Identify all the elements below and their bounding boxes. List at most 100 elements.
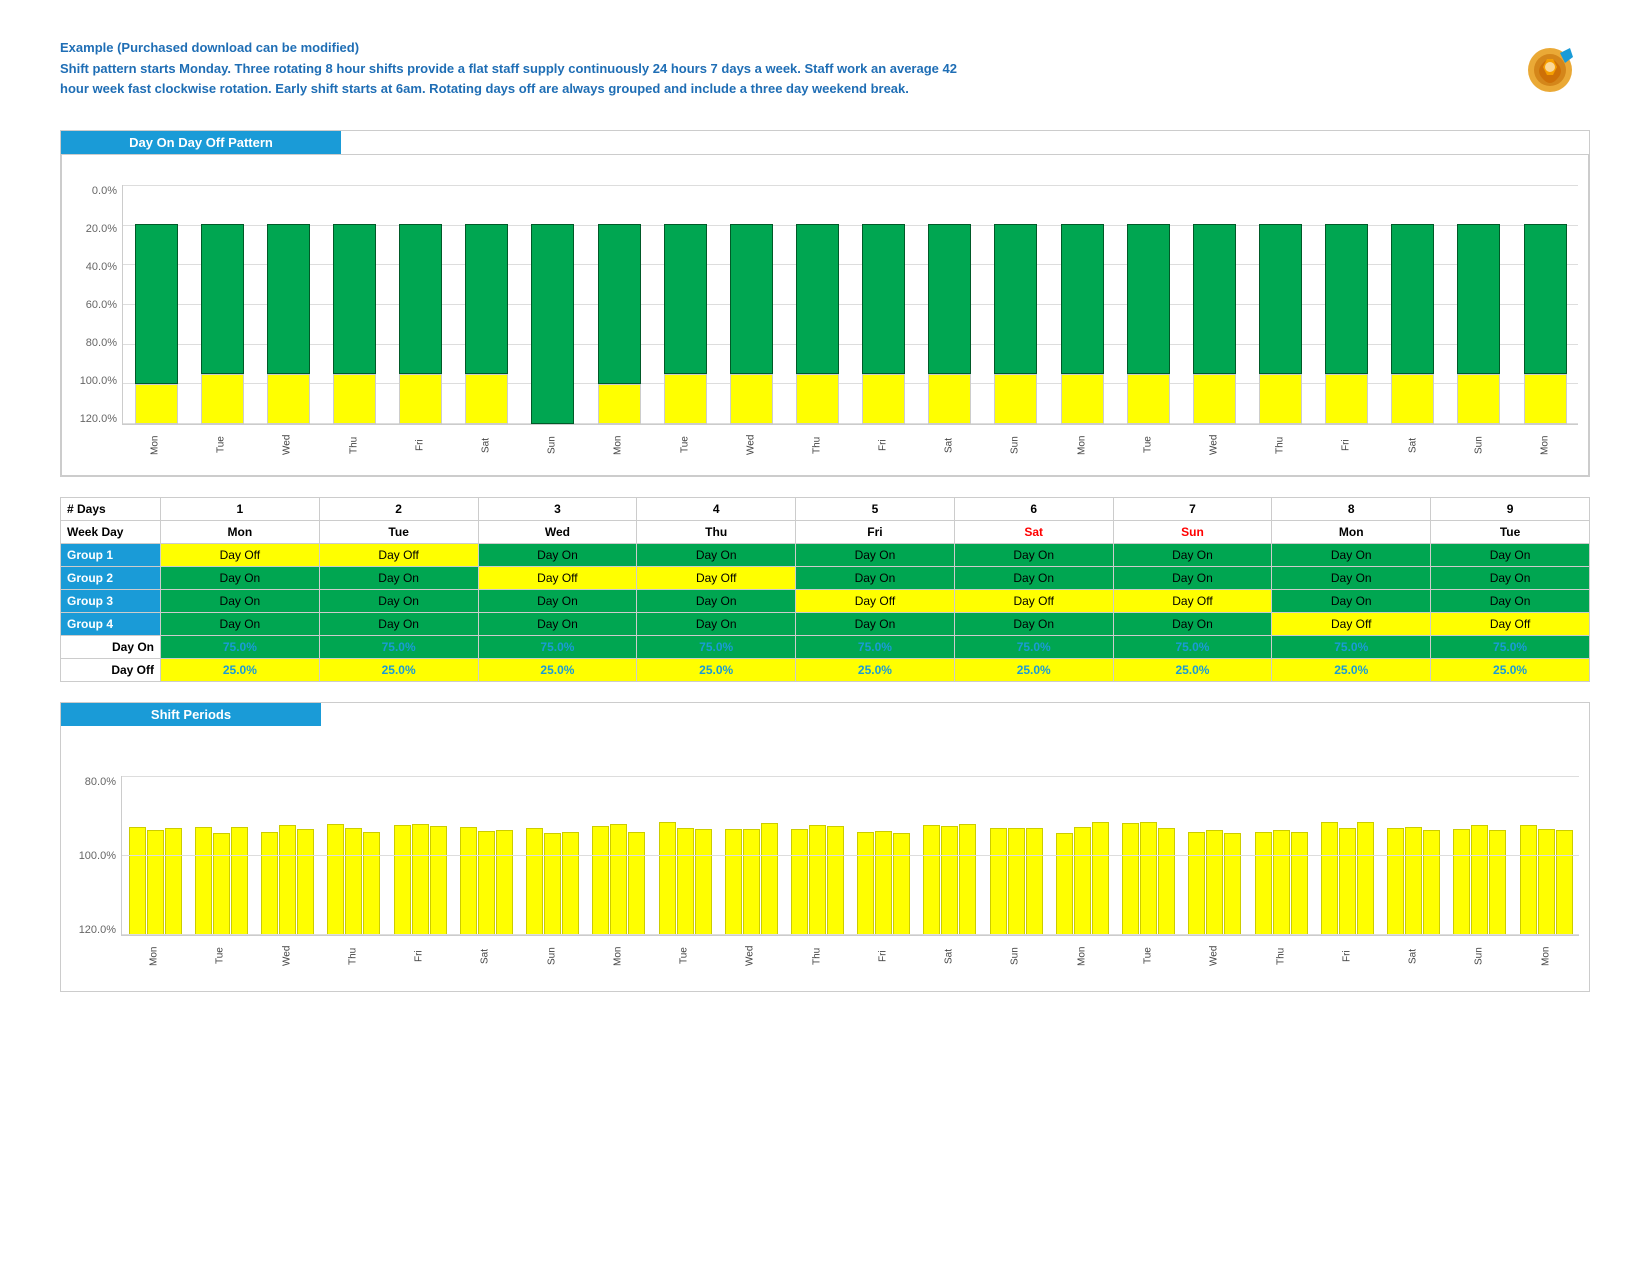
bar-green bbox=[399, 224, 442, 374]
day-off-value: 25.0% bbox=[796, 659, 955, 682]
day-on-cell: Day On bbox=[161, 590, 320, 613]
x-label: Mon bbox=[585, 425, 651, 465]
shift-bar-group bbox=[1116, 776, 1182, 935]
chart1-bars bbox=[122, 185, 1578, 425]
col1-day: Mon bbox=[161, 521, 320, 544]
bar-group bbox=[718, 185, 784, 424]
bar-green bbox=[333, 224, 376, 374]
bar-group bbox=[520, 185, 586, 424]
shift-bar-yellow bbox=[1122, 823, 1139, 935]
shift-bar-yellow bbox=[1489, 830, 1506, 935]
shift-bar-group bbox=[586, 776, 652, 935]
bar-green bbox=[862, 224, 905, 374]
shift-bar-yellow bbox=[1206, 830, 1223, 935]
shift-bar-yellow bbox=[990, 828, 1007, 935]
shift-bar-yellow bbox=[695, 829, 712, 935]
shift-bar-yellow bbox=[761, 823, 778, 935]
shift-x-label: Mon bbox=[1049, 936, 1115, 976]
shift-bar-yellow bbox=[279, 825, 296, 935]
shift-bar-yellow bbox=[1453, 829, 1470, 936]
day-on-cell: Day On bbox=[319, 567, 478, 590]
day-on-cell: Day On bbox=[319, 590, 478, 613]
bar-green bbox=[135, 224, 178, 384]
shift-bar-yellow bbox=[628, 832, 645, 935]
header-text: Example (Purchased download can be modif… bbox=[60, 40, 960, 98]
bar-group bbox=[388, 185, 454, 424]
shift-bar-yellow bbox=[1140, 822, 1157, 935]
shift-bar-yellow bbox=[809, 825, 826, 935]
shift-bar-yellow bbox=[562, 832, 579, 935]
bar-group bbox=[1049, 185, 1115, 424]
shift-bar-yellow bbox=[743, 829, 760, 935]
shift-x-label: Fri bbox=[1314, 936, 1380, 976]
day-off-value: 25.0% bbox=[161, 659, 320, 682]
shift-bar-yellow bbox=[1339, 828, 1356, 935]
col4-day: Thu bbox=[637, 521, 796, 544]
shift-bar-yellow bbox=[1273, 830, 1290, 935]
bar-yellow bbox=[201, 374, 244, 424]
bar-yellow bbox=[1127, 374, 1170, 424]
shift-bar-group bbox=[1380, 776, 1446, 935]
x-label: Wed bbox=[718, 425, 784, 465]
col5-day: Fri bbox=[796, 521, 955, 544]
day-on-cell: Day On bbox=[1113, 567, 1272, 590]
day-on-cell: Day On bbox=[637, 613, 796, 636]
day-off-value: 25.0% bbox=[1113, 659, 1272, 682]
bar-green bbox=[994, 224, 1037, 374]
bar-group bbox=[1115, 185, 1181, 424]
shift-bar-yellow bbox=[1471, 825, 1488, 935]
group-label: Group 1 bbox=[61, 544, 161, 567]
bar-green bbox=[928, 224, 971, 374]
table-row: Group 2Day OnDay OnDay OffDay OffDay OnD… bbox=[61, 567, 1590, 590]
chart1-section: Day On Day Off Pattern 120.0% 100.0% 80.… bbox=[60, 130, 1590, 477]
bar-group bbox=[321, 185, 387, 424]
shift-bar-yellow bbox=[478, 831, 495, 935]
stat-row-off: Day Off25.0%25.0%25.0%25.0%25.0%25.0%25.… bbox=[61, 659, 1590, 682]
shift-bar-yellow bbox=[526, 828, 543, 935]
day-off-cell: Day Off bbox=[796, 590, 955, 613]
shift-bar-yellow bbox=[791, 829, 808, 935]
bar-green bbox=[1524, 224, 1567, 374]
shift-bar-yellow bbox=[147, 830, 164, 935]
x-label: Fri bbox=[850, 425, 916, 465]
day-on-cell: Day On bbox=[954, 544, 1113, 567]
shift-x-label: Sat bbox=[1380, 936, 1446, 976]
logo-icon bbox=[1515, 45, 1585, 105]
bar-yellow bbox=[862, 374, 905, 424]
shift-x-label: Thu bbox=[320, 936, 386, 976]
shift-bar-group bbox=[122, 776, 188, 935]
shift-x-label: Mon bbox=[121, 936, 187, 976]
bar-green bbox=[1325, 224, 1368, 374]
shift-bar-yellow bbox=[1056, 833, 1073, 935]
day-on-cell: Day On bbox=[796, 567, 955, 590]
day-on-cell: Day On bbox=[161, 567, 320, 590]
shift-bar-yellow bbox=[677, 828, 694, 935]
day-off-cell: Day Off bbox=[954, 590, 1113, 613]
data-table: # Days 1 2 3 4 5 6 7 8 9 Week Day Mon Tu… bbox=[60, 497, 1590, 682]
shift-x-label: Thu bbox=[1248, 936, 1314, 976]
day-off-value: 25.0% bbox=[319, 659, 478, 682]
shift-bar-yellow bbox=[941, 826, 958, 935]
shift-x-label: Mon bbox=[585, 936, 651, 976]
day-off-value: 25.0% bbox=[1272, 659, 1431, 682]
day-off-value: 25.0% bbox=[954, 659, 1113, 682]
day-on-cell: Day On bbox=[1113, 544, 1272, 567]
bar-green bbox=[1259, 224, 1302, 374]
shift-bar-group bbox=[387, 776, 453, 935]
day-on-value: 75.0% bbox=[1113, 636, 1272, 659]
shift-bar-yellow bbox=[165, 828, 182, 935]
day-off-cell: Day Off bbox=[1431, 613, 1590, 636]
day-on-cell: Day On bbox=[478, 544, 637, 567]
bar-yellow bbox=[333, 374, 376, 424]
data-table-wrapper: # Days 1 2 3 4 5 6 7 8 9 Week Day Mon Tu… bbox=[60, 497, 1590, 682]
x-label: Sun bbox=[519, 425, 585, 465]
bar-green bbox=[1391, 224, 1434, 374]
bar-yellow bbox=[1457, 374, 1500, 424]
shift-bar-yellow bbox=[345, 828, 362, 935]
bar-group bbox=[454, 185, 520, 424]
shift-bar-group bbox=[519, 776, 585, 935]
shift-bar-group bbox=[983, 776, 1049, 935]
bar-yellow bbox=[1391, 374, 1434, 424]
stat-row-on: Day On75.0%75.0%75.0%75.0%75.0%75.0%75.0… bbox=[61, 636, 1590, 659]
shift-bar-yellow bbox=[231, 827, 248, 935]
